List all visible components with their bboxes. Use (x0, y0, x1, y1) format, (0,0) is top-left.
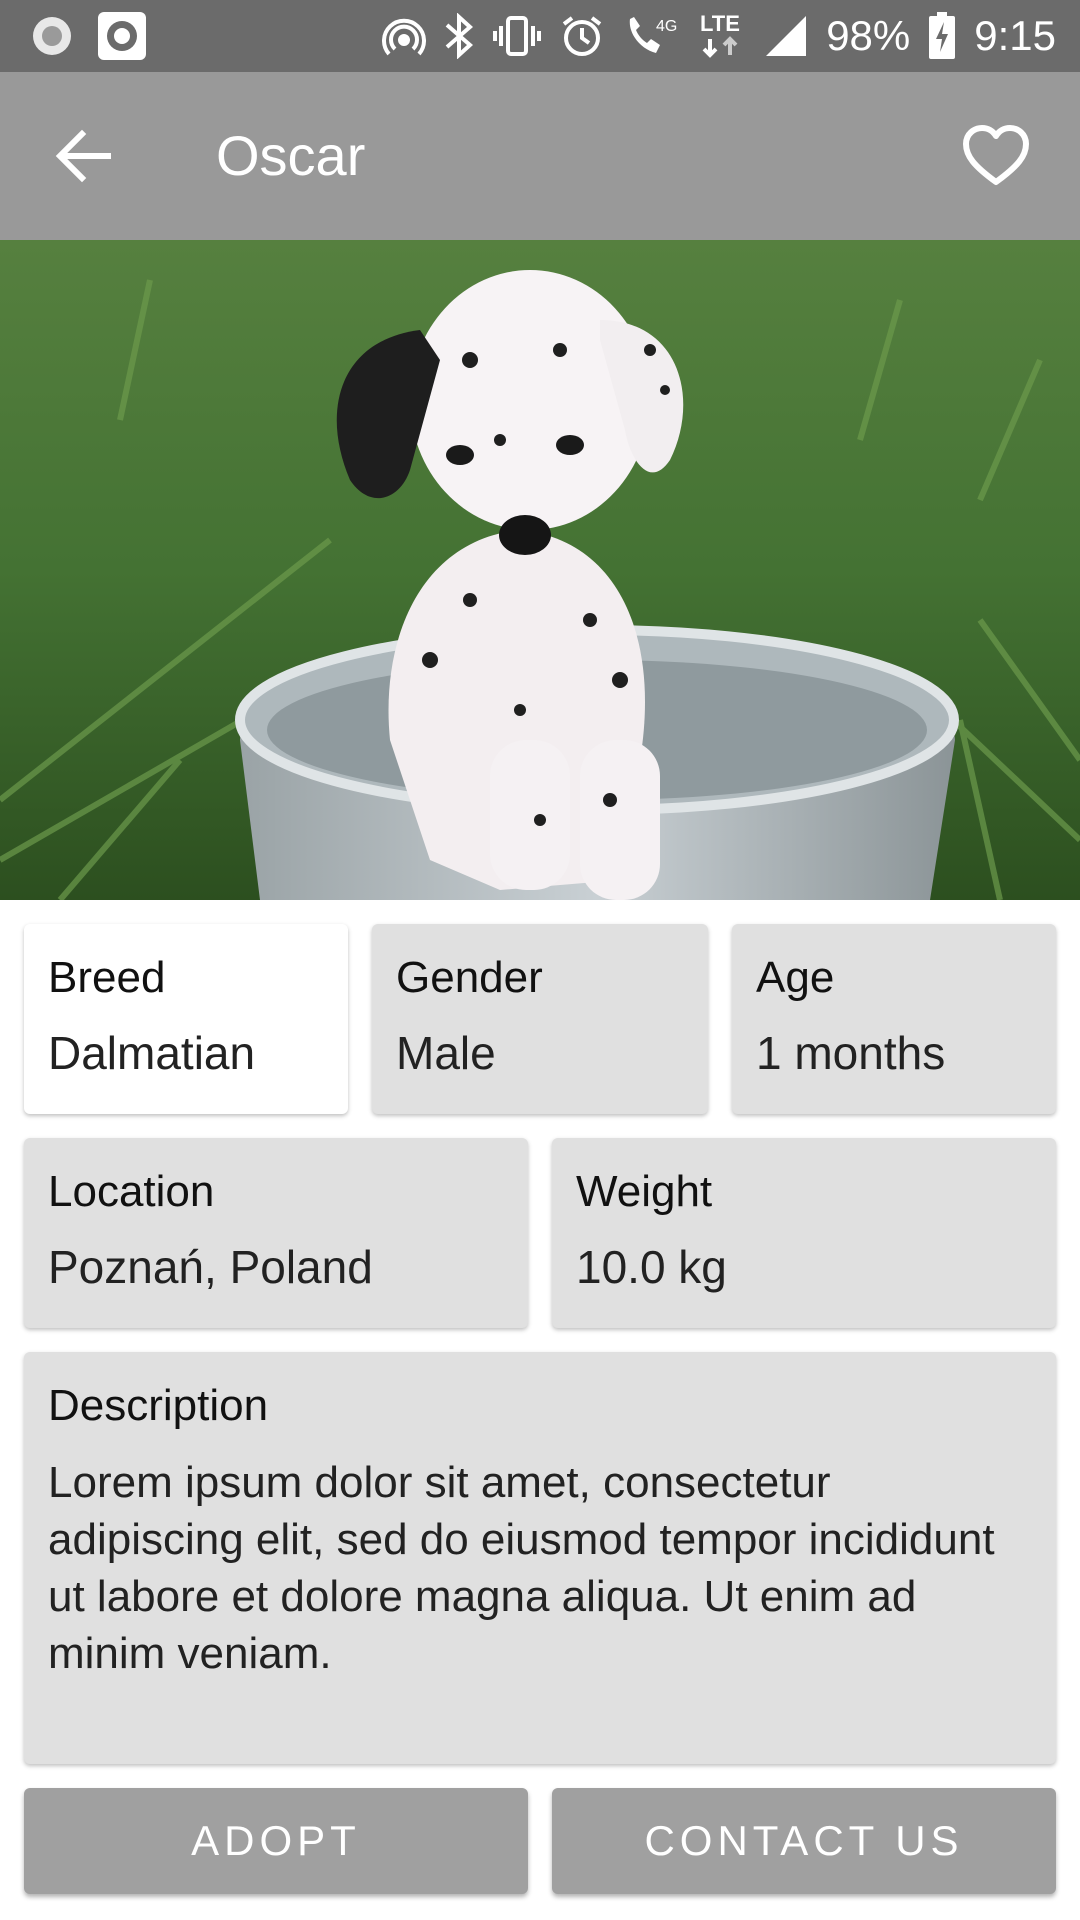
age-card: Age 1 months (732, 924, 1056, 1114)
alarm-icon (560, 14, 604, 58)
description-card: Description Lorem ipsum dolor sit amet, … (24, 1352, 1056, 1764)
svg-text:LTE: LTE (700, 11, 740, 36)
age-value: 1 months (756, 1027, 946, 1079)
location-card: Location Poznań, Poland (24, 1138, 528, 1328)
weight-card: Weight 10.0 kg (552, 1138, 1056, 1328)
vibrate-icon (492, 14, 542, 58)
location-label: Location (48, 1167, 215, 1216)
bluetooth-icon (444, 13, 474, 59)
breed-label: Breed (48, 953, 166, 1002)
record-icon (30, 14, 74, 58)
status-right-icons: 4G LTE 98% 9:15 (382, 0, 1056, 72)
battery-percent: 98% (826, 12, 911, 59)
description-text: Lorem ipsum dolor sit amet, consectetur … (48, 1458, 995, 1678)
weight-value: 10.0 kg (576, 1241, 727, 1293)
gender-label: Gender (396, 953, 543, 1002)
svg-text:4G: 4G (656, 18, 677, 35)
status-bar: 4G LTE 98% 9:15 (0, 0, 1080, 72)
app-bar: Oscar (0, 72, 1080, 240)
pet-photo (0, 240, 1080, 900)
camera-icon (96, 10, 148, 62)
arrow-left-icon (55, 129, 111, 183)
signal-icon (764, 14, 808, 58)
location-value: Poznań, Poland (48, 1241, 373, 1293)
description-label: Description (48, 1381, 269, 1430)
back-button[interactable] (48, 120, 120, 192)
wifi-calling-icon: 4G (622, 13, 678, 59)
breed-value: Dalmatian (48, 1027, 256, 1079)
contact-us-button[interactable]: CONTACT US (552, 1788, 1056, 1894)
weight-label: Weight (576, 1167, 713, 1216)
status-left-icons (30, 10, 148, 62)
gender-value: Male (396, 1027, 496, 1079)
adopt-button[interactable]: ADOPT (24, 1788, 528, 1894)
dalmatian-puppy-photo (0, 240, 1080, 900)
breed-card: Breed Dalmatian (24, 924, 348, 1114)
page-title: Oscar (216, 124, 366, 187)
age-label: Age (756, 953, 835, 1002)
battery-charging-icon (928, 12, 956, 60)
lte-icon: LTE (696, 11, 746, 61)
heart-outline-icon (963, 125, 1029, 185)
clock: 9:15 (974, 12, 1056, 59)
hotspot-icon (382, 14, 427, 58)
favorite-button[interactable] (960, 120, 1032, 192)
gender-card: Gender Male (372, 924, 708, 1114)
